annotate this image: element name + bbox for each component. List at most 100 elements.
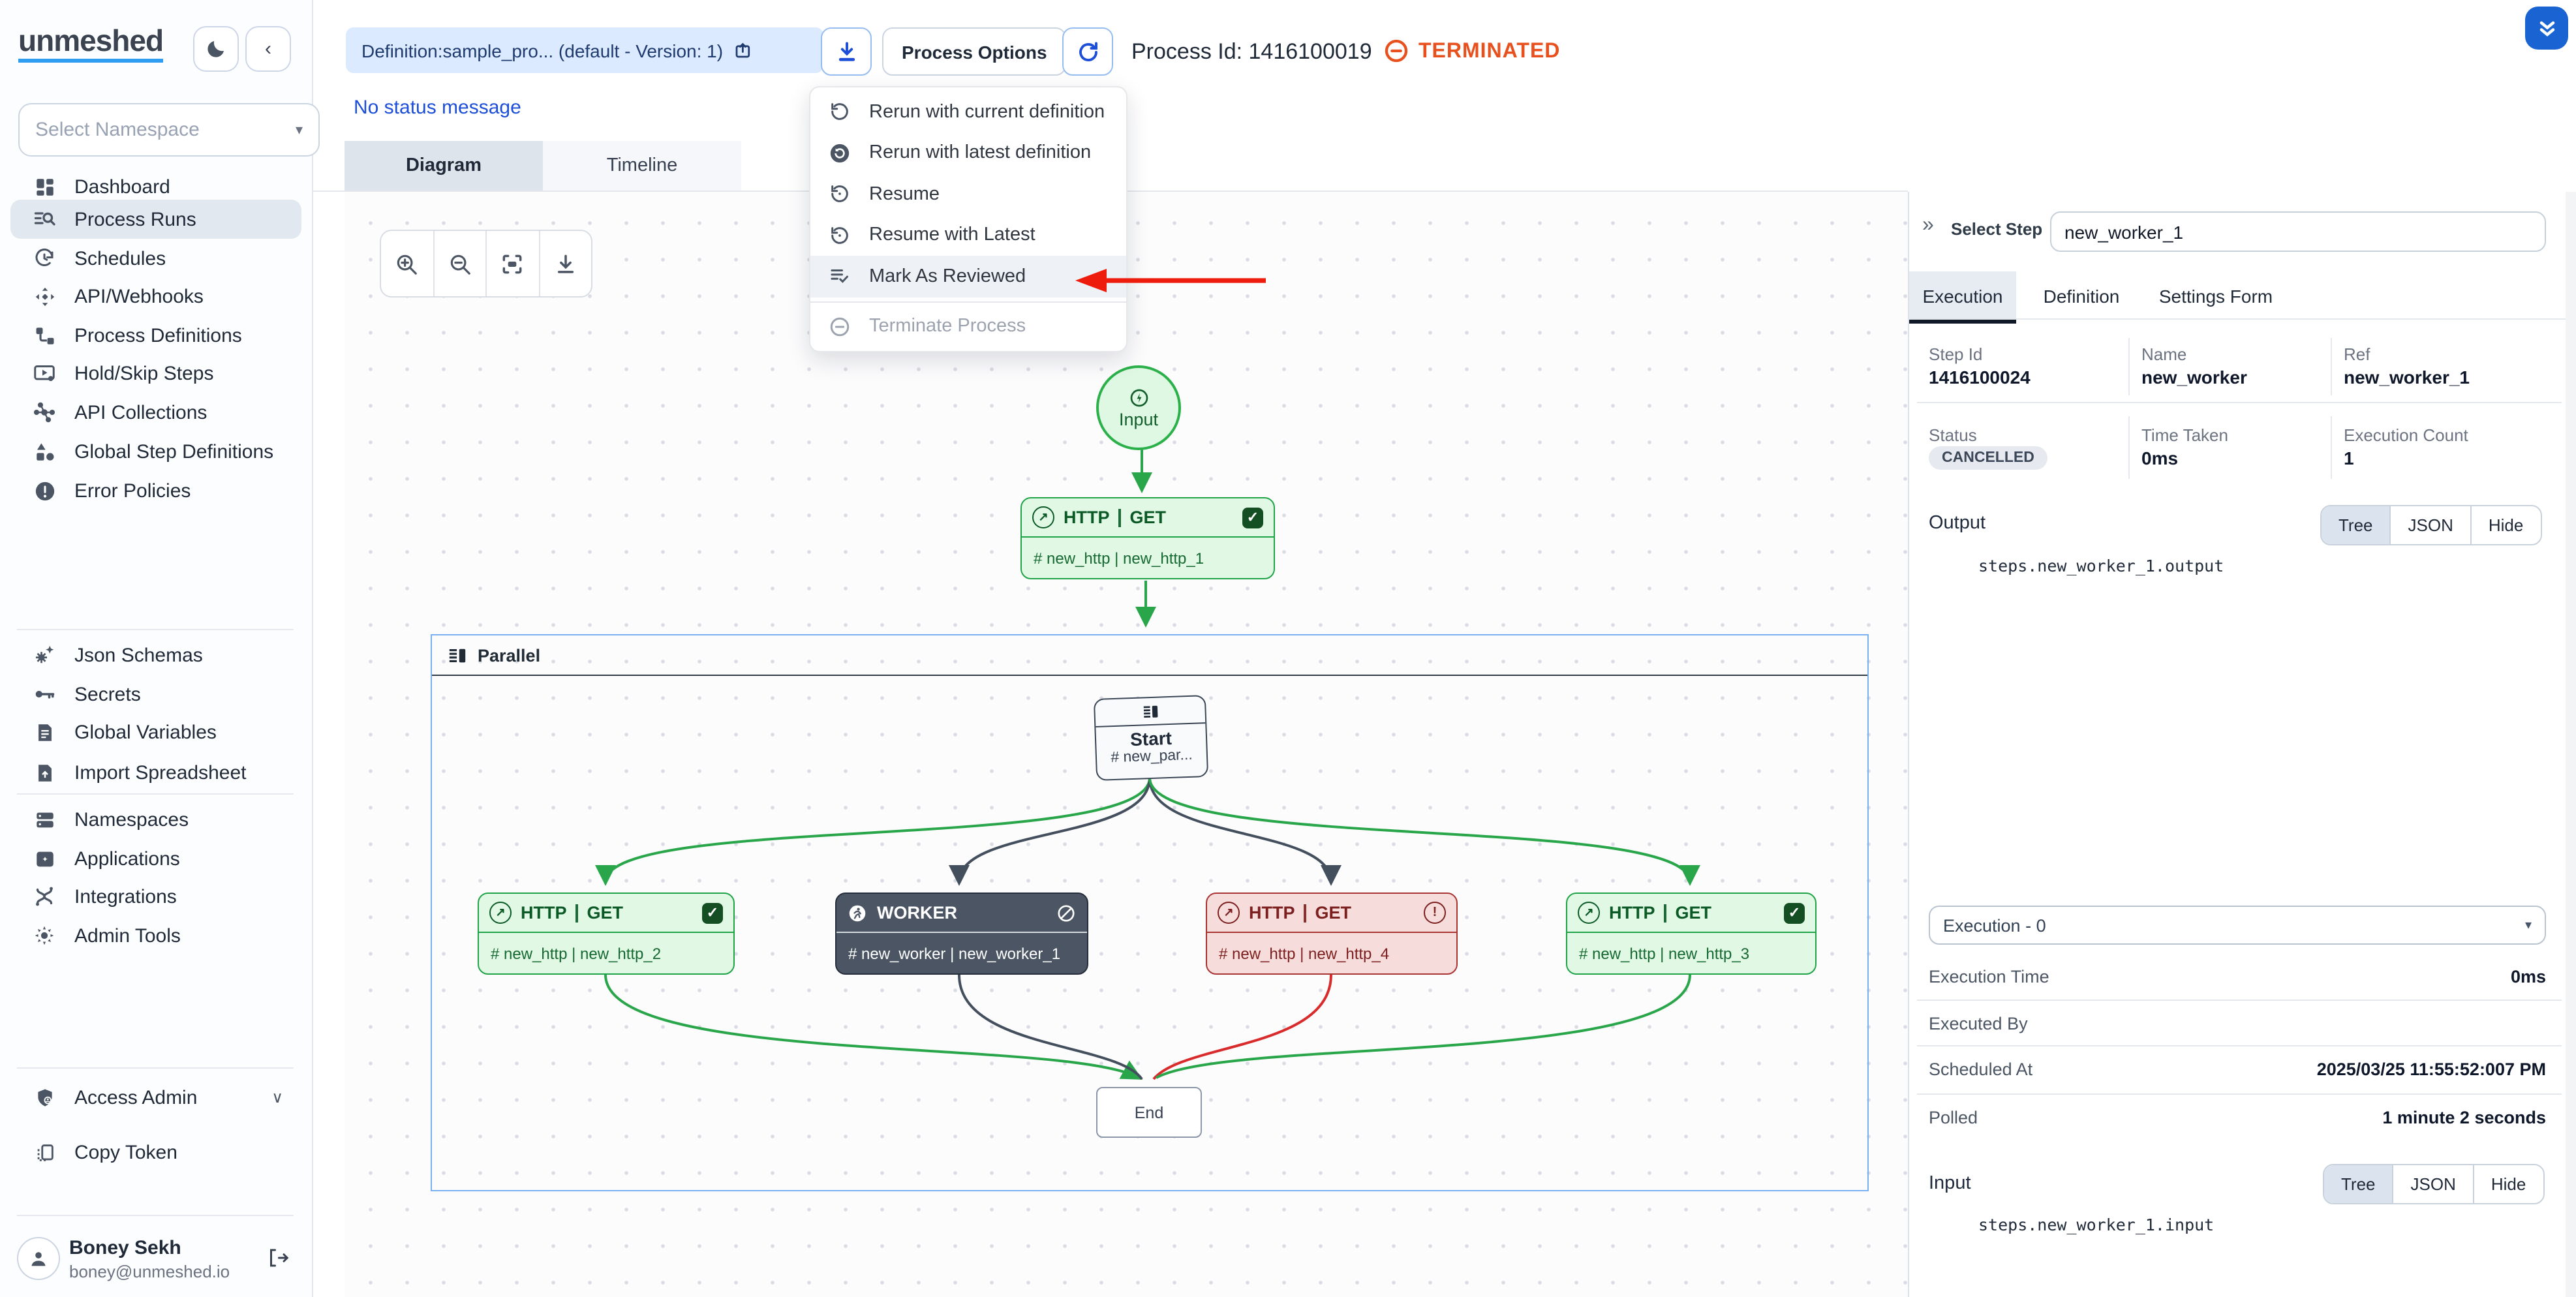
sidebar-item-secrets[interactable]: Secrets xyxy=(10,675,301,714)
sidebar-item-admin-tools[interactable]: Admin Tools xyxy=(10,916,301,955)
menu-item-rerun-latest[interactable]: Rerun with latest definition xyxy=(810,132,1126,174)
panel-scrollbar[interactable] xyxy=(2566,192,2576,1297)
node-kind: HTTP xyxy=(1249,903,1295,923)
definition-breadcrumb[interactable]: Definition:sample_pro... (default - Vers… xyxy=(346,27,823,73)
sidebar-item-applications[interactable]: Applications xyxy=(10,839,301,878)
select-step-input[interactable] xyxy=(2050,211,2546,252)
node-new-http-1[interactable]: ↗ HTTP GET ✓ # new_http | new_http_1 xyxy=(1020,497,1275,579)
sidebar-item-api-webhooks[interactable]: API/Webhooks xyxy=(10,277,301,316)
menu-item-rerun-current[interactable]: Rerun with current definition xyxy=(810,91,1126,132)
sidebar-item-label: Admin Tools xyxy=(74,924,181,947)
step-details-panel: » Select Step Execution Definition Setti… xyxy=(1908,192,2576,1297)
download-diagram-button[interactable] xyxy=(538,231,591,296)
process-runs-icon xyxy=(31,206,57,232)
tab-timeline-label: Timeline xyxy=(607,155,678,176)
user-name: Boney Sekh xyxy=(69,1237,181,1259)
menu-item-terminate-process[interactable]: Terminate Process xyxy=(810,306,1126,347)
sidebar-item-integrations[interactable]: Integrations xyxy=(10,877,301,916)
info-row-value: 2025/03/25 11:55:52:007 PM xyxy=(2317,1060,2546,1079)
sidebar-item-access-admin[interactable]: Access Admin ∨ xyxy=(10,1078,301,1117)
namespace-select[interactable]: Select Namespace ▾ xyxy=(18,103,320,157)
input-path[interactable]: steps.new_worker_1.input xyxy=(1978,1215,2214,1234)
sidebar-item-global-step-definitions[interactable]: Global Step Definitions xyxy=(10,432,301,471)
rerun-current-icon xyxy=(827,100,851,124)
scroll-down-widget[interactable] xyxy=(2525,7,2568,50)
node-kind: HTTP xyxy=(1064,508,1110,527)
refresh-button[interactable] xyxy=(1062,27,1113,76)
download-process-button[interactable] xyxy=(821,27,872,76)
namespace-placeholder: Select Namespace xyxy=(35,119,200,141)
sidebar-item-label: Access Admin xyxy=(74,1086,197,1108)
json-schemas-icon xyxy=(31,642,57,668)
sidebar-item-namespaces[interactable]: Namespaces xyxy=(10,800,301,839)
sidebar-item-label: Global Step Definitions xyxy=(74,440,273,463)
node-new-http-3[interactable]: ↗ HTTP GET ✓ # new_http | new_http_3 xyxy=(1566,893,1817,975)
sidebar-item-schedules[interactable]: Schedules xyxy=(10,239,301,278)
panel-tab-definition[interactable]: Definition xyxy=(2029,271,2134,320)
process-options-button[interactable]: Process Options xyxy=(882,27,1067,76)
sidebar-item-global-variables[interactable]: Global Variables xyxy=(10,712,301,752)
sidebar-divider xyxy=(17,1215,294,1216)
output-tree-button[interactable]: Tree xyxy=(2322,506,2390,544)
sidebar-item-copy-token[interactable]: Copy Token xyxy=(10,1133,301,1172)
node-new-worker-1[interactable]: WORKER # new_worker | new_worker_1 xyxy=(835,893,1088,975)
node-new-http-2[interactable]: ↗ HTTP GET ✓ # new_http | new_http_2 xyxy=(478,893,735,975)
select-step-label: Select Step xyxy=(1951,219,2042,239)
annotation-arrow xyxy=(1070,261,1279,300)
node-input-label: Input xyxy=(1119,409,1158,429)
zoom-out-button[interactable] xyxy=(433,231,485,296)
fit-view-icon xyxy=(500,251,525,276)
workflow-canvas[interactable]: Input ↗ HTTP GET ✓ # new_http | new_http… xyxy=(345,192,1908,1297)
node-end[interactable]: End xyxy=(1096,1087,1202,1138)
output-section-label: Output xyxy=(1929,513,1986,534)
execution-select[interactable]: Execution - 0 ▾ xyxy=(1929,906,2546,945)
zoom-in-button[interactable] xyxy=(381,231,433,296)
output-hide-button[interactable]: Hide xyxy=(2470,506,2541,544)
sidebar-collapse-button[interactable]: ‹ xyxy=(245,26,291,72)
sidebar-item-process-definitions[interactable]: Process Definitions xyxy=(10,316,301,355)
node-input[interactable]: Input xyxy=(1096,365,1181,450)
menu-item-resume-with-latest[interactable]: Resume with Latest xyxy=(810,215,1126,256)
node-parallel-start[interactable]: Start # new_par... xyxy=(1094,695,1208,781)
sidebar-item-hold-skip-steps[interactable]: Hold/Skip Steps xyxy=(10,354,301,393)
output-json-button[interactable]: JSON xyxy=(2390,506,2470,544)
sidebar-item-json-schemas[interactable]: Json Schemas xyxy=(10,635,301,675)
panel-tab-label: Settings Form xyxy=(2159,285,2273,306)
tab-timeline[interactable]: Timeline xyxy=(543,141,741,192)
http-icon: ↗ xyxy=(489,902,512,924)
sidebar-item-label: Hold/Skip Steps xyxy=(74,362,213,384)
detail-label: Name xyxy=(2141,344,2186,364)
menu-item-label: Resume xyxy=(869,184,940,205)
menu-item-resume[interactable]: Resume xyxy=(810,174,1126,215)
node-new-http-4[interactable]: ↗ HTTP GET ! # new_http | new_http_4 xyxy=(1206,893,1458,975)
open-definition-icon[interactable] xyxy=(733,40,753,60)
bolt-icon xyxy=(1128,387,1149,408)
tab-diagram[interactable]: Diagram xyxy=(345,141,543,194)
chevron-down-icon: ∨ xyxy=(271,1088,283,1106)
app-logo-text: unmeshed xyxy=(18,23,163,63)
namespaces-icon xyxy=(31,806,57,832)
start-node-ref: # new_par... xyxy=(1097,747,1207,767)
moon-icon xyxy=(205,38,227,60)
sidebar-item-process-runs[interactable]: Process Runs xyxy=(10,200,301,239)
sidebar-item-label: Schedules xyxy=(74,247,166,269)
collapse-panel-icon[interactable]: » xyxy=(1922,214,1933,237)
theme-toggle-button[interactable] xyxy=(193,26,239,72)
sidebar-item-label: API/Webhooks xyxy=(74,285,204,307)
chevron-left-icon: ‹ xyxy=(265,38,271,60)
fit-view-button[interactable] xyxy=(485,231,538,296)
sidebar-item-error-policies[interactable]: Error Policies xyxy=(10,471,301,510)
status-message[interactable]: No status message xyxy=(354,97,521,119)
node-kind: WORKER xyxy=(877,903,957,923)
panel-tab-settings-form[interactable]: Settings Form xyxy=(2144,271,2288,320)
input-tree-button[interactable]: Tree xyxy=(2324,1165,2393,1203)
sidebar-item-import-spreadsheet[interactable]: Import Spreadsheet xyxy=(10,753,301,792)
api-webhooks-icon xyxy=(31,283,57,309)
output-path[interactable]: steps.new_worker_1.output xyxy=(1978,556,2224,575)
sidebar-item-api-collections[interactable]: API Collections xyxy=(10,393,301,432)
logout-button[interactable] xyxy=(266,1246,290,1270)
panel-tab-execution[interactable]: Execution xyxy=(1909,271,2016,324)
worker-icon xyxy=(847,902,868,923)
input-hide-button[interactable]: Hide xyxy=(2473,1165,2543,1203)
input-json-button[interactable]: JSON xyxy=(2393,1165,2473,1203)
